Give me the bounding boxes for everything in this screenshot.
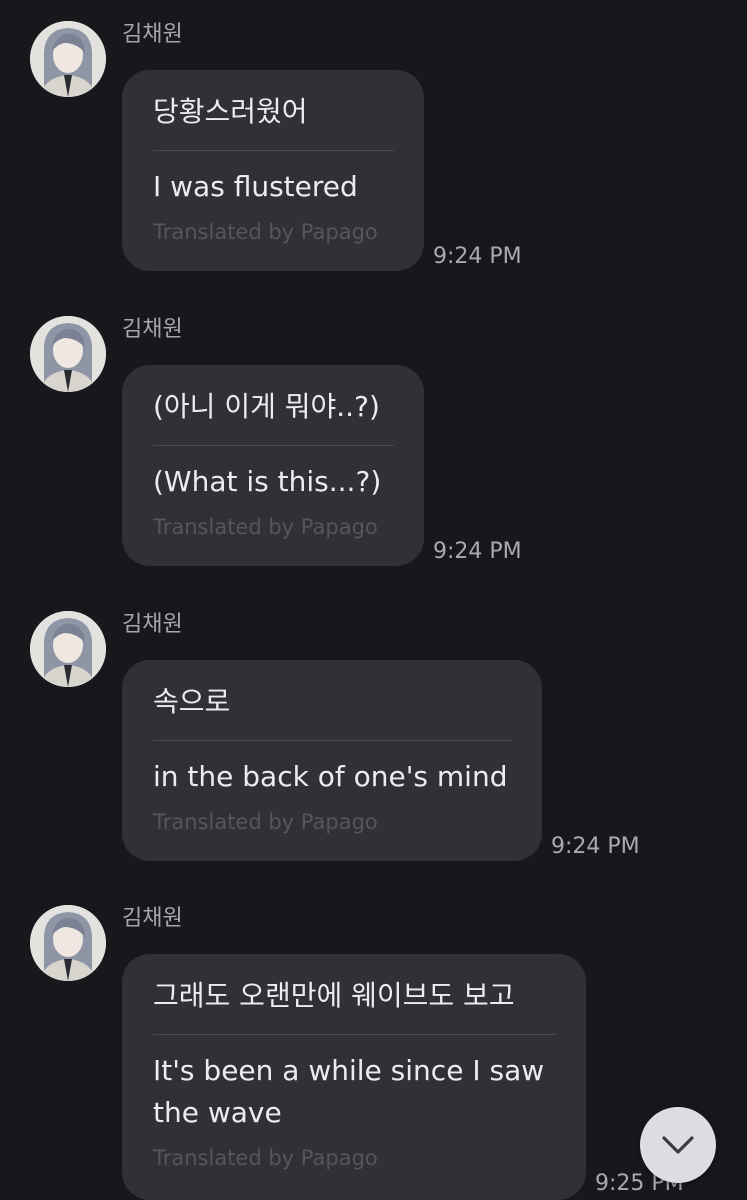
original-text: 속으로 [153, 685, 231, 718]
message-bubble[interactable]: 그래도 오랜만에 웨이브도 보고 It's been a while since… [122, 954, 586, 1200]
sender-name: 김채원 [122, 906, 183, 931]
avatar-image [30, 905, 106, 981]
timestamp: 9:24 PM [433, 539, 522, 564]
original-text: (아니 이게 뭐야..?) [153, 390, 380, 423]
avatar-image [30, 316, 106, 392]
avatar[interactable] [30, 21, 106, 97]
sender-name: 김채원 [122, 317, 183, 342]
message-group: 김채원 (아니 이게 뭐야..?) (What is this...?) Tra… [0, 316, 747, 566]
timestamp: 9:24 PM [433, 244, 522, 269]
sender-name: 김채원 [122, 22, 183, 47]
chevron-down-icon [662, 1136, 694, 1154]
translation-credit: Translated by Papago [153, 515, 378, 539]
message-group: 김채원 그래도 오랜만에 웨이브도 보고 It's been a while s… [0, 905, 747, 1200]
avatar[interactable] [30, 905, 106, 981]
translation-credit: Translated by Papago [153, 220, 378, 244]
message-bubble[interactable]: 속으로 in the back of one's mind Translated… [122, 660, 542, 861]
divider [153, 740, 512, 741]
message-bubble[interactable]: 당황스러웠어 I was flustered Translated by Pap… [122, 70, 424, 271]
timestamp: 9:24 PM [551, 834, 640, 859]
avatar-image [30, 21, 106, 97]
translation-credit: Translated by Papago [153, 810, 378, 834]
divider [153, 150, 394, 151]
translated-text: (What is this...?) [153, 465, 382, 498]
message-bubble[interactable]: (아니 이게 뭐야..?) (What is this...?) Transla… [122, 365, 424, 566]
translated-text: in the back of one's mind [153, 760, 508, 793]
message-group: 김채원 당황스러웠어 I was flustered Translated by… [0, 21, 747, 271]
translated-text: I was flustered [153, 170, 358, 203]
original-text: 당황스러웠어 [153, 95, 308, 128]
divider [153, 1034, 556, 1035]
chat-thread: 김채원 당황스러웠어 I was flustered Translated by… [0, 0, 747, 1200]
avatar[interactable] [30, 316, 106, 392]
avatar[interactable] [30, 611, 106, 687]
message-group: 김채원 속으로 in the back of one's mind Transl… [0, 611, 747, 861]
translated-text: It's been a while since I saw the wave [153, 1054, 545, 1129]
original-text: 그래도 오랜만에 웨이브도 보고 [153, 979, 515, 1012]
sender-name: 김채원 [122, 612, 183, 637]
avatar-image [30, 611, 106, 687]
divider [153, 445, 394, 446]
scroll-to-bottom-button[interactable] [640, 1107, 716, 1183]
translation-credit: Translated by Papago [153, 1146, 378, 1170]
